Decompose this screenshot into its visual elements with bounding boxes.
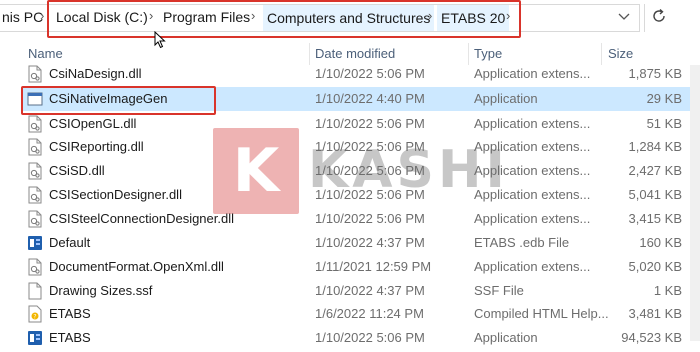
column-name[interactable]: Name xyxy=(28,46,63,61)
file-date-modified: 1/10/2022 4:37 PM xyxy=(315,235,425,250)
file-date-modified: 1/11/2021 12:59 PM xyxy=(315,259,432,274)
file-row[interactable]: ETABS 1/10/2022 5:06 PM Application 94,523 … xyxy=(0,326,690,350)
dll-icon xyxy=(27,162,43,180)
file-date-modified: 1/10/2022 5:06 PM xyxy=(315,187,425,202)
file-date-modified: 1/10/2022 4:40 PM xyxy=(315,91,425,106)
file-size: 94,523 KB xyxy=(621,330,682,345)
breadcrumb-this-pc[interactable]: nis PC xyxy=(2,9,43,25)
file-date-modified: 1/6/2022 11:24 PM xyxy=(315,306,424,321)
dll-icon xyxy=(27,138,43,156)
file-name: CSIOpenGL.dll xyxy=(49,116,137,131)
file-name: DocumentFormat.OpenXml.dll xyxy=(49,259,224,274)
dll-icon xyxy=(27,115,43,133)
address-bar: nis PC › Local Disk (C:) › Program Files… xyxy=(0,0,700,49)
file-date-modified: 1/10/2022 4:37 PM xyxy=(315,283,425,298)
refresh-button[interactable] xyxy=(644,4,673,32)
file-row[interactable]: ? ETABS 1/6/2022 11:24 PM Compiled HTML Hel… xyxy=(0,302,690,326)
file-size: 29 KB xyxy=(646,91,682,106)
breadcrumb-local-disk[interactable]: Local Disk (C:) xyxy=(56,9,148,25)
breadcrumb-separator[interactable]: › xyxy=(428,8,432,23)
file-name: ETABS xyxy=(49,306,91,321)
vertical-scrollbar[interactable] xyxy=(690,65,700,341)
dll-icon xyxy=(27,210,43,228)
file-name: Drawing Sizes.ssf xyxy=(49,283,153,298)
file-size: 5,020 KB xyxy=(628,259,683,274)
breadcrumb-separator[interactable]: › xyxy=(40,8,44,23)
file-row[interactable]: Drawing Sizes.ssf 1/10/2022 4:37 PM SSF Fi… xyxy=(0,279,690,303)
file-size: 1,284 KB xyxy=(628,139,683,154)
dll-icon xyxy=(27,186,43,204)
file-name: ETABS xyxy=(49,330,91,345)
file-date-modified: 1/10/2022 5:06 PM xyxy=(315,139,425,154)
file-name: CsiNaDesign.dll xyxy=(49,66,142,81)
file-name: CSISteelConnectionDesigner.dll xyxy=(49,211,234,226)
file-type: Application extens... xyxy=(474,211,591,226)
file-date-modified: 1/10/2022 5:06 PM xyxy=(315,116,425,131)
file-type: Compiled HTML Help... xyxy=(474,306,609,321)
breadcrumb-separator[interactable]: › xyxy=(506,8,510,23)
breadcrumb-etabs-20[interactable]: ETABS 20 xyxy=(437,5,510,31)
file-size: 5,041 KB xyxy=(628,187,683,202)
file-row[interactable]: CSISteelConnectionDesigner.dll 1/10/2022 … xyxy=(0,207,690,231)
refresh-icon xyxy=(651,8,667,29)
file-row[interactable]: CSIOpenGL.dll 1/10/2022 5:06 PM Applicatio… xyxy=(0,112,690,136)
file-type: Application xyxy=(474,330,538,345)
file-type: SSF File xyxy=(474,283,524,298)
file-date-modified: 1/10/2022 5:06 PM xyxy=(315,163,425,178)
file-size: 2,427 KB xyxy=(628,163,683,178)
file-date-modified: 1/10/2022 5:06 PM xyxy=(315,330,425,345)
file-type: Application extens... xyxy=(474,259,591,274)
file-row[interactable]: CsiNaDesign.dll 1/10/2022 5:06 PM Applicat… xyxy=(0,62,690,86)
file-name: CSiSD.dll xyxy=(49,163,105,178)
breadcrumb-computers-and-structures[interactable]: Computers and Structures xyxy=(263,5,435,31)
breadcrumb-separator[interactable]: › xyxy=(251,8,255,23)
file-type: ETABS .edb File xyxy=(474,235,570,250)
file-size: 1 KB xyxy=(653,283,682,298)
file-row[interactable]: CSiNativeImageGen 1/10/2022 4:40 PM Applic… xyxy=(22,87,690,111)
column-date-modified[interactable]: Date modified xyxy=(315,46,395,61)
breadcrumb-program-files[interactable]: Program Files xyxy=(163,9,250,25)
file-row[interactable]: DocumentFormat.OpenXml.dll 1/11/2021 12:5… xyxy=(0,255,690,279)
blank-file-icon xyxy=(27,282,43,300)
etabs-file-icon xyxy=(27,234,43,252)
column-type[interactable]: Type xyxy=(474,46,502,61)
dll-icon xyxy=(27,65,43,83)
file-name: CSISectionDesigner.dll xyxy=(49,187,182,202)
svg-text:?: ? xyxy=(33,314,36,321)
exe-icon xyxy=(27,90,43,108)
file-type: Application extens... xyxy=(474,66,591,81)
file-type: Application extens... xyxy=(474,187,591,202)
file-size: 51 KB xyxy=(646,116,682,131)
file-type: Application xyxy=(474,91,538,106)
file-date-modified: 1/10/2022 5:06 PM xyxy=(315,66,425,81)
file-type: Application extens... xyxy=(474,163,591,178)
file-row[interactable]: CSISectionDesigner.dll 1/10/2022 5:06 PM A… xyxy=(0,183,690,207)
breadcrumb-separator[interactable]: › xyxy=(149,8,153,23)
file-row[interactable]: CSiSD.dll 1/10/2022 5:06 PM Application ex… xyxy=(0,159,690,183)
etabs-file-icon xyxy=(27,329,43,347)
help-file-icon: ? xyxy=(27,305,43,323)
file-size: 3,481 KB xyxy=(628,306,683,321)
file-size: 1,875 KB xyxy=(628,66,683,81)
file-name: CSIReporting.dll xyxy=(49,139,144,154)
chevron-down-icon[interactable] xyxy=(618,10,630,24)
dll-icon xyxy=(27,258,43,276)
file-type: Application extens... xyxy=(474,116,591,131)
file-name: CSiNativeImageGen xyxy=(49,91,168,106)
column-size[interactable]: Size xyxy=(608,46,633,61)
file-size: 160 KB xyxy=(639,235,682,250)
file-date-modified: 1/10/2022 5:06 PM xyxy=(315,211,425,226)
file-size: 3,415 KB xyxy=(628,211,683,226)
file-name: Default xyxy=(49,235,91,250)
file-type: Application extens... xyxy=(474,139,591,154)
file-row[interactable]: Default 1/10/2022 4:37 PM ETABS .edb File 1… xyxy=(0,231,690,255)
file-row[interactable]: CSIReporting.dll 1/10/2022 5:06 PM Applica… xyxy=(0,135,690,159)
